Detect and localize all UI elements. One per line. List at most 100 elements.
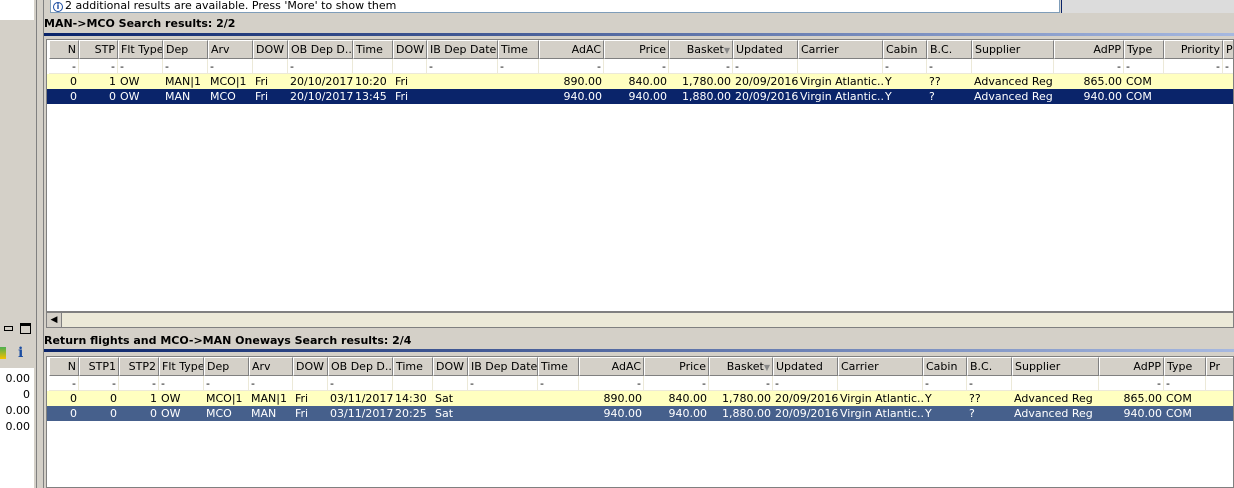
column-header[interactable]: Supplier — [972, 40, 1054, 59]
column-header-label: DOW — [396, 43, 425, 56]
cell: - — [79, 376, 119, 391]
cell: 20/09/2016 — [733, 74, 798, 89]
tool-icon[interactable] — [0, 347, 6, 359]
info-icon[interactable]: i — [18, 345, 23, 361]
column-header[interactable]: Price — [644, 357, 709, 376]
column-header[interactable]: Flt Type — [159, 357, 204, 376]
column-header[interactable]: DOW — [253, 40, 288, 59]
header-row[interactable]: N STP Flt Type Dep Arv DOW OB Dep D... Time DOW I… — [47, 40, 1233, 59]
column-header[interactable]: Dep — [163, 40, 208, 59]
cell: - — [1164, 59, 1223, 74]
cell: - — [163, 59, 208, 74]
cell-value: Y — [885, 90, 892, 103]
column-header[interactable]: OB Dep D... — [288, 40, 353, 59]
cell: - — [204, 376, 249, 391]
column-header[interactable]: AdAC — [539, 40, 604, 59]
column-header[interactable]: Updated — [773, 357, 838, 376]
cell — [1223, 89, 1233, 104]
column-header[interactable]: Cabin — [923, 357, 967, 376]
cell: ?? — [927, 74, 972, 89]
table-row[interactable]: 0 0 OW MAN MCO Fri 20/10/2017 13:45 Fri 940.00 940… — [47, 89, 1233, 104]
column-header[interactable]: Type — [1124, 40, 1164, 59]
cell: 14:30 — [393, 391, 433, 406]
column-header[interactable]: Dep — [204, 357, 249, 376]
column-header[interactable]: IB Dep Date — [427, 40, 498, 59]
column-header-label: STP1 — [88, 360, 116, 373]
cell: 0 — [49, 406, 79, 421]
table-row[interactable]: 0 0 0 OW MCO MAN Fri 03/11/2017 20:25 Sat 940.00 94… — [47, 406, 1233, 421]
column-header[interactable]: Flt Type — [118, 40, 163, 59]
horizontal-scrollbar[interactable]: ◀ — [46, 312, 1234, 328]
cell: - — [967, 376, 1012, 391]
column-header[interactable]: Carrier — [798, 40, 883, 59]
filter-row[interactable]: ----------------- — [47, 376, 1233, 391]
cell-value: ?? — [929, 75, 941, 88]
column-header[interactable]: Pr — [1223, 40, 1233, 59]
return-results-grid[interactable]: N STP1 STP2 Flt Type Dep Arv DOW OB Dep D... Tim… — [46, 356, 1234, 488]
column-header[interactable]: Pr — [1206, 357, 1233, 376]
scroll-left-icon[interactable]: ◀ — [47, 313, 62, 327]
cell: MAN — [249, 406, 293, 421]
column-header[interactable]: Arv — [249, 357, 293, 376]
column-header[interactable]: Time — [498, 40, 539, 59]
cell-value: COM — [1166, 407, 1192, 420]
column-header[interactable]: Basket▼ — [709, 357, 773, 376]
column-header[interactable]: B.C. — [967, 357, 1012, 376]
column-header[interactable]: IB Dep Date — [468, 357, 538, 376]
column-header[interactable]: STP2 — [119, 357, 159, 376]
cell-value: 20/09/2016 — [735, 75, 798, 88]
column-header[interactable]: AdAC — [579, 357, 644, 376]
maximize-icon[interactable] — [20, 323, 31, 334]
cell — [293, 376, 328, 391]
column-header[interactable]: DOW — [393, 40, 427, 59]
column-header[interactable]: Supplier — [1012, 357, 1099, 376]
column-header[interactable]: Carrier — [838, 357, 923, 376]
column-header[interactable]: Cabin — [883, 40, 927, 59]
cell: 10:20 — [353, 74, 393, 89]
outbound-results-grid[interactable]: N STP Flt Type Dep Arv DOW OB Dep D... Time DOW I… — [46, 39, 1234, 312]
column-header[interactable]: Updated — [733, 40, 798, 59]
column-header[interactable]: Time — [538, 357, 579, 376]
table-row[interactable]: 0 0 1 OW MCO|1 MAN|1 Fri 03/11/2017 14:30 Sat 890.… — [47, 391, 1233, 406]
cell — [253, 59, 288, 74]
column-header[interactable]: Time — [353, 40, 393, 59]
column-header[interactable]: Price — [604, 40, 669, 59]
cell-value: 1,780.00 — [682, 75, 731, 88]
cell-value: 0 — [70, 407, 77, 420]
column-header[interactable]: Priority — [1164, 40, 1223, 59]
column-header[interactable]: STP — [79, 40, 118, 59]
cell-value: 13:45 — [355, 90, 387, 103]
column-header[interactable]: STP1 — [79, 357, 119, 376]
cell: 865.00 — [1099, 391, 1164, 406]
table-row[interactable]: 0 1 OW MAN|1 MCO|1 Fri 20/10/2017 10:20 Fri 890.0… — [47, 74, 1233, 89]
splitter[interactable] — [36, 0, 44, 488]
cell-value: Virgin Atlantic... — [840, 407, 923, 420]
column-header[interactable]: Basket▼ — [669, 40, 733, 59]
cell: - — [288, 59, 353, 74]
column-header[interactable]: AdPP — [1054, 40, 1124, 59]
column-header[interactable]: B.C. — [927, 40, 972, 59]
column-header-label: STP2 — [128, 360, 156, 373]
column-header[interactable]: Type — [1164, 357, 1206, 376]
column-header[interactable]: OB Dep D... — [328, 357, 393, 376]
column-header[interactable]: DOW — [293, 357, 328, 376]
column-header-label: AdAC — [571, 43, 601, 56]
filter-row[interactable]: ------------------ — [47, 59, 1233, 74]
cell-value: - — [662, 60, 666, 73]
column-header[interactable]: AdPP — [1099, 357, 1164, 376]
cell: - — [1054, 59, 1124, 74]
column-header[interactable]: N — [49, 40, 79, 59]
column-header[interactable]: Arv — [208, 40, 253, 59]
cell: 13:45 — [353, 89, 393, 104]
cell-value: - — [1166, 377, 1170, 390]
header-row[interactable]: N STP1 STP2 Flt Type Dep Arv DOW OB Dep D... Tim… — [47, 357, 1233, 376]
column-header[interactable]: DOW — [433, 357, 468, 376]
column-header[interactable]: Time — [393, 357, 433, 376]
column-header[interactable]: N — [49, 357, 79, 376]
cell: 890.00 — [579, 391, 644, 406]
cell-value: - — [775, 377, 779, 390]
column-header-label: Flt Type — [162, 360, 204, 373]
minimize-icon[interactable] — [4, 326, 13, 331]
cell: Virgin Atlantic... — [838, 406, 923, 421]
cell: Advanced Reg — [972, 89, 1054, 104]
